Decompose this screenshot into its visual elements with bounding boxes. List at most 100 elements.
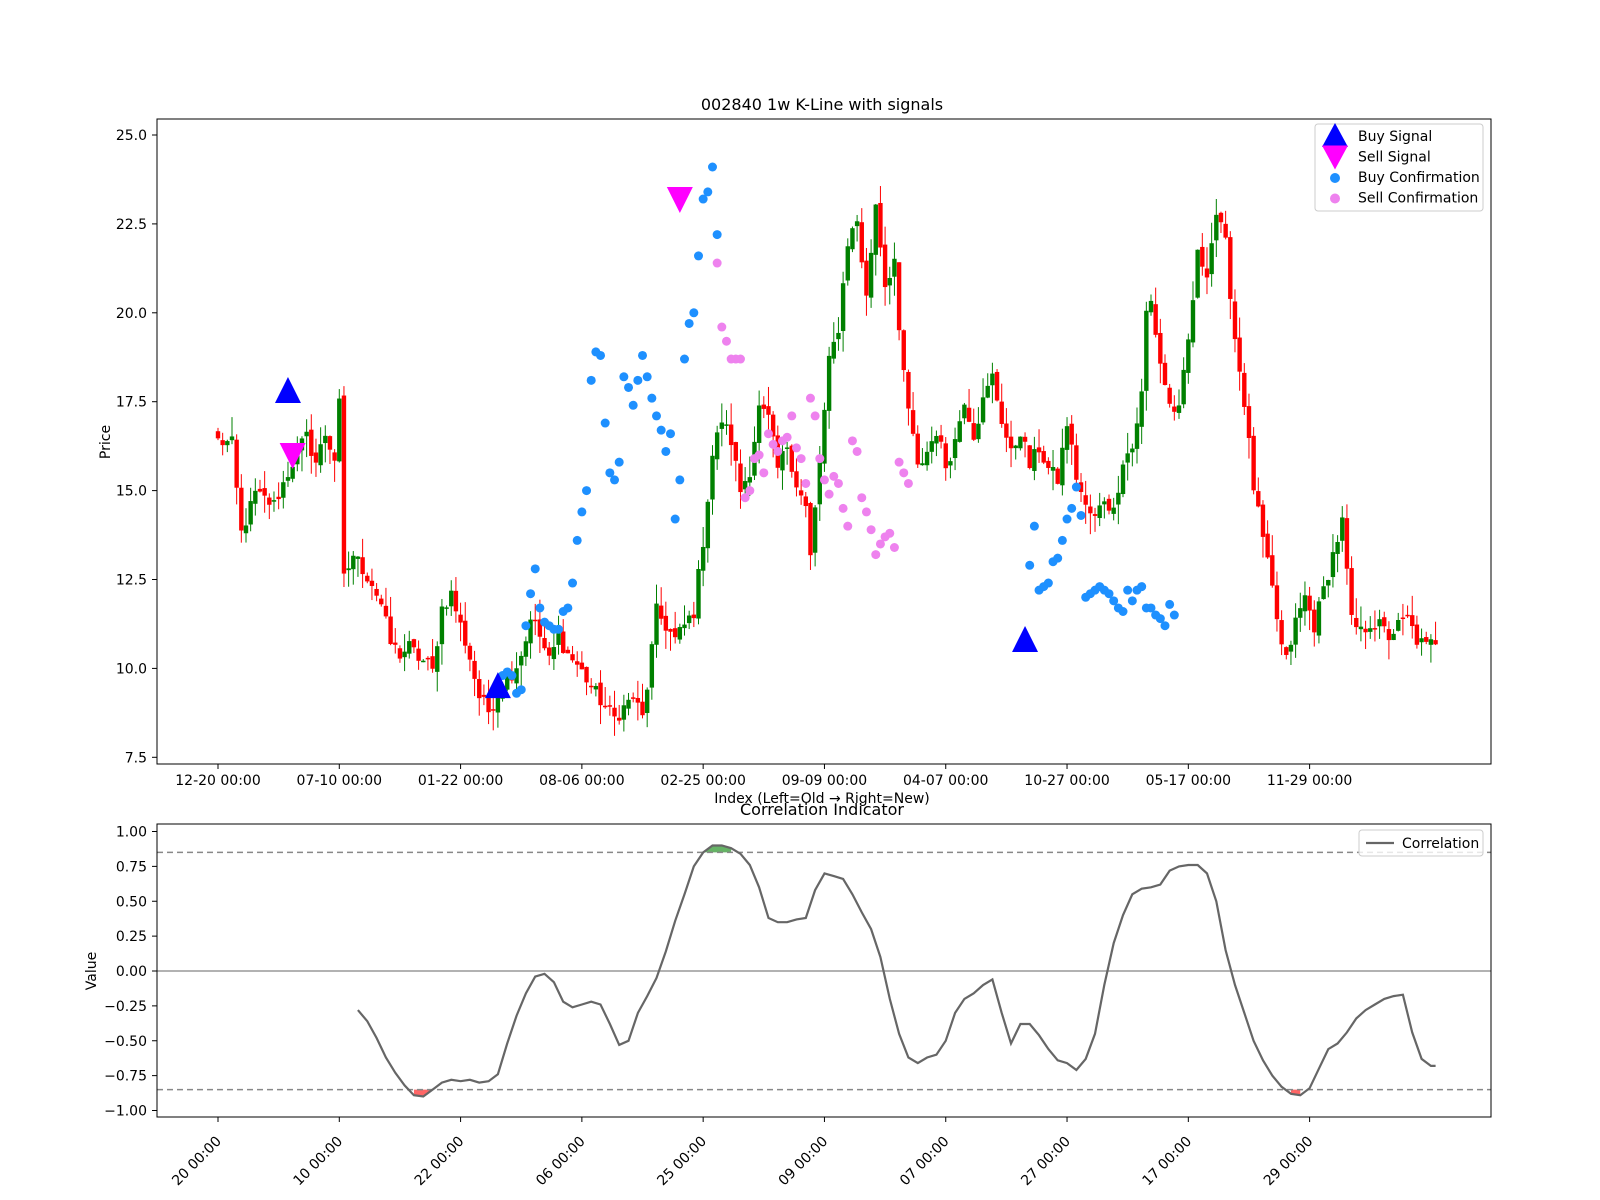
candle-down [220,440,225,446]
candle-down [1372,628,1378,630]
sell-confirmation-point [791,443,801,453]
kline-xtick-label: 05-17 00:00 [1146,773,1231,789]
buy-confirmation-point [1029,521,1039,531]
candle-up [831,341,836,359]
candle-down [668,628,673,632]
buy-confirmation-point [610,475,620,485]
buy-confirmation-point [628,400,638,410]
candle-down [393,642,398,645]
candle-up [957,421,962,442]
candle-down [1279,620,1284,645]
candle-down [458,614,463,623]
buy-confirmation-point [516,685,526,695]
candle-down [630,697,636,699]
candle-down [1349,568,1354,615]
candle-up [929,441,934,452]
candle-down [1270,555,1275,586]
legend-label: Sell Confirmation [1358,191,1478,207]
candle-up [976,423,981,440]
candle-down [966,407,972,422]
kline-x-ticks: 12-20 00:00 07-10 00:00 01-22 00:00 08-06 0… [175,764,1352,789]
candle-down [803,496,808,507]
correlation-xtick-label: 25 00:00 [654,1134,710,1190]
candle-up [1060,447,1065,486]
kline-ytick-label: 12.5 [116,573,147,589]
kline-xtick-label: 04-07 00:00 [903,773,988,789]
candle-down [1008,436,1014,449]
sell-confirmation-point [787,411,797,421]
candle-down [383,605,389,617]
correlation-xtick-label: 17 00:00 [1140,1134,1196,1190]
candle-up [1102,501,1107,505]
buy-confirmation-point [1127,596,1137,606]
sell-confirmation-point [843,521,853,531]
candle-up [1139,391,1144,427]
candle-up [1330,552,1336,578]
buy-confirmation-point [600,418,610,428]
correlation-xtick-label: 09 00:00 [776,1134,832,1190]
candle-down [1083,495,1088,505]
candle-down [1405,614,1410,617]
candle-up [850,228,855,250]
candle-up [710,455,715,500]
candle-down [1153,304,1158,335]
candle-down [798,490,804,496]
buy-confirmation-point [1067,503,1077,513]
candle-down [1228,237,1233,299]
candle-down [1251,435,1256,491]
candle-up [1013,445,1018,449]
sell-confirmation-point [796,454,806,464]
kline-panel: 002840 1w K-Line with signals 7.5 10.0 12.… [98,95,1492,807]
candle-up [724,424,729,426]
candle-down [313,452,319,463]
candle-down [276,496,281,500]
legend-label: Buy Confirmation [1358,170,1480,186]
sell-confirmation-point [824,489,834,499]
candle-up [346,568,351,571]
candle-down [1414,624,1420,645]
candle-down [397,648,403,659]
buy-confirmation-point [577,507,587,517]
candle-down [360,557,365,575]
candle-up [444,607,449,609]
candle-up [1316,601,1322,636]
candle-up [705,501,711,549]
candle-down [1069,423,1074,445]
candle-up [1368,628,1373,632]
correlation-legend-label: Correlation [1402,836,1479,852]
sell-confirmation-point [754,450,764,460]
candle-down [388,616,393,645]
sell-confirmation-point [871,550,881,560]
candle-up [1321,586,1326,600]
candle-up [1144,310,1149,391]
buy-confirmation-point [1057,535,1067,545]
candle-down [1088,506,1093,514]
sell-confirmation-point [861,507,871,517]
candle-up [784,447,790,449]
candle-down [635,697,641,703]
buy-confirmation-point [624,382,634,392]
candle-down [481,694,487,697]
sell-signal-marker [666,187,693,214]
candle-up [523,641,529,657]
candle-down [658,605,664,619]
candle-up [304,431,309,437]
candle-down [1055,468,1060,484]
candle-up [281,482,286,498]
buy-confirmation-point [535,603,545,613]
candle-down [1242,372,1247,407]
buy-signal-marker [1012,625,1039,652]
candle-up [1391,633,1396,641]
sell-confirmation-point [903,478,913,488]
buy-confirmation-point [554,624,564,634]
buy-confirmation-point [586,375,596,385]
candle-up [1050,467,1056,471]
candle-up [323,435,328,444]
buy-confirmation-point [703,187,713,197]
candle-down [1200,246,1205,267]
candle-down [616,717,622,721]
buy-confirmation-point [572,535,582,545]
candle-down [808,503,813,556]
kline-ytick-label: 22.5 [116,217,147,233]
candle-up [621,705,627,720]
